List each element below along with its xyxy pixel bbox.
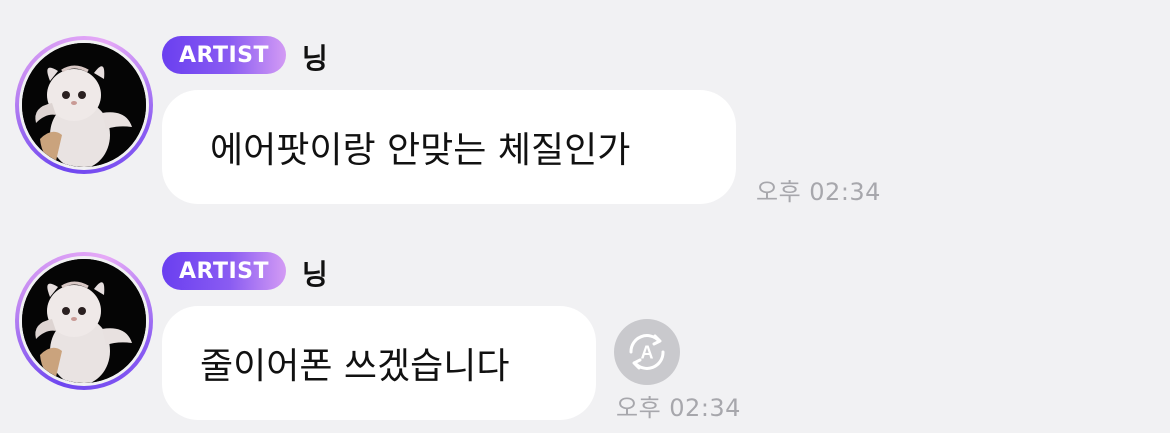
artist-badge: ARTIST — [162, 36, 287, 74]
artist-badge: ARTIST — [162, 252, 287, 290]
message-text: 에어팟이랑 안맞는 체질인가 — [210, 130, 631, 171]
message-bubble[interactable]: 줄이어폰 쓰겠습니다 — [162, 306, 596, 420]
kitten-avatar-image — [19, 40, 149, 170]
message-bubble[interactable]: 에어팟이랑 안맞는 체질인가 — [162, 90, 736, 204]
svg-text:A: A — [641, 343, 654, 363]
message-text: 줄이어폰 쓰겠습니다 — [200, 346, 510, 387]
sender-name: 닝 — [302, 42, 328, 75]
translate-button[interactable]: A — [614, 319, 680, 385]
sender-avatar[interactable] — [15, 36, 153, 174]
message-time: 오후 02:34 — [616, 394, 741, 422]
kitten-icon — [22, 259, 146, 383]
sender-avatar[interactable] — [15, 252, 153, 390]
message-time: 오후 02:34 — [756, 178, 881, 206]
kitten-icon — [22, 43, 146, 167]
sender-name: 닝 — [302, 258, 328, 291]
kitten-avatar-image — [19, 256, 149, 386]
auto-translate-icon: A — [629, 334, 665, 370]
